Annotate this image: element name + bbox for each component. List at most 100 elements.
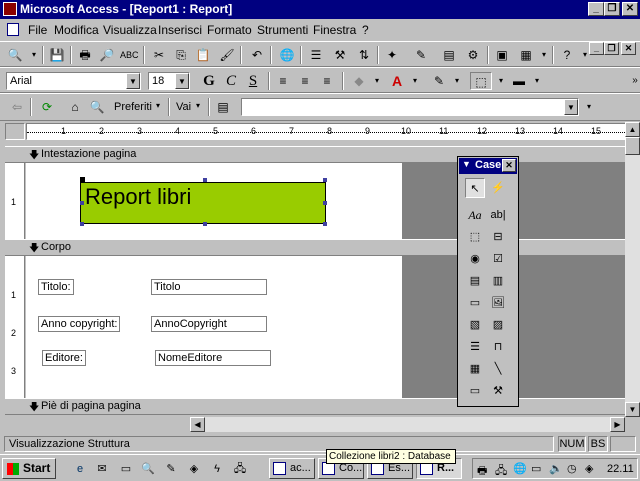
document-icon[interactable] <box>7 23 19 36</box>
new-object-dropdown-icon[interactable]: ▾ <box>535 46 553 64</box>
scroll-down-button[interactable]: ▼ <box>625 402 640 417</box>
outlook-icon[interactable]: ✉ <box>94 461 110 477</box>
resize-handle[interactable] <box>323 178 327 182</box>
tray-printer-icon[interactable]: 🖶 <box>477 462 487 481</box>
view-icon[interactable]: 🔍 <box>6 46 24 64</box>
subreport-icon[interactable]: ▦ <box>465 359 485 379</box>
page-break-icon[interactable]: ☰ <box>465 337 485 357</box>
special-effect-icon[interactable]: ▬ <box>510 72 528 90</box>
menu-help[interactable]: ? <box>362 23 369 37</box>
media-icon[interactable]: ◈ <box>186 461 202 477</box>
scroll-right-button[interactable]: ▶ <box>610 417 625 432</box>
select-objects-icon[interactable]: ↖ <box>465 178 485 198</box>
align-center-icon[interactable]: ≡ <box>296 72 314 90</box>
sorting-grouping-icon[interactable]: ⇅ <box>355 46 373 64</box>
help-icon[interactable]: ? <box>558 46 576 64</box>
lightning-icon[interactable]: ϟ <box>209 461 225 477</box>
menu-finestra[interactable]: Finestra <box>313 23 356 37</box>
resize-handle[interactable] <box>323 222 327 226</box>
tray-antivirus-icon[interactable]: ◈ <box>585 462 593 475</box>
font-size-select[interactable]: 18 ▼ <box>148 72 190 90</box>
label-titolo[interactable]: Titolo: <box>38 279 74 295</box>
font-name-select[interactable]: Arial ▼ <box>6 72 141 90</box>
chevron-down-icon[interactable]: ▼ <box>126 73 140 89</box>
unbound-object-frame-icon[interactable]: ▧ <box>465 315 485 335</box>
toolbox-palette[interactable]: ▼ Case ✕ ↖ ⚡ Aa ab| ⬚ ⊟ ◉ ☑ ▤ ▥ ▭ 🖼 ▧ ▨ … <box>457 156 519 407</box>
resize-handle[interactable] <box>323 201 327 205</box>
back-icon[interactable]: ⇦ <box>8 98 26 116</box>
horizontal-ruler[interactable]: 1 2 3 4 5 6 7 8 9 10 11 12 13 14 15 <box>26 123 626 140</box>
label-editore[interactable]: Editore: <box>42 350 86 366</box>
menu-inserisci[interactable]: Inserisci <box>158 23 202 37</box>
search-icon[interactable]: 🔍 <box>140 461 156 477</box>
vertical-ruler-header[interactable]: 1 <box>5 163 25 239</box>
toggle-button-icon[interactable]: ⊟ <box>488 227 508 247</box>
save-icon[interactable]: 💾 <box>48 46 66 64</box>
textbox-anno-copyright[interactable]: AnnoCopyright <box>151 316 267 332</box>
resize-handle[interactable] <box>203 178 207 182</box>
report-title-label[interactable]: Report libri <box>80 182 326 224</box>
label-anno-copyright[interactable]: Anno copyright: <box>38 316 120 332</box>
align-right-icon[interactable]: ≡ <box>318 72 336 90</box>
textbox-tool-icon[interactable]: ab| <box>488 205 508 225</box>
option-group-icon[interactable]: ⬚ <box>465 227 485 247</box>
font-color-dropdown-icon[interactable]: ▾ <box>406 72 424 90</box>
tray-scheduler-icon[interactable]: ◷ <box>567 462 577 475</box>
line-color-dropdown-icon[interactable]: ▾ <box>448 72 466 90</box>
spelling-icon[interactable]: ABC <box>120 46 139 64</box>
fill-color-dropdown-icon[interactable]: ▾ <box>368 72 386 90</box>
combo-box-icon[interactable]: ▤ <box>465 271 485 291</box>
horizontal-scrollbar[interactable]: ◀ ▶ <box>190 417 625 432</box>
internet-explorer-icon[interactable]: e <box>72 461 88 477</box>
align-left-icon[interactable]: ≡ <box>274 72 292 90</box>
label-tool-icon[interactable]: Aa <box>465 205 485 225</box>
favorites-menu[interactable]: Preferiti <box>114 101 152 113</box>
paste-icon[interactable]: 📋 <box>194 46 212 64</box>
show-only-web-toolbar-icon[interactable]: ▤ <box>214 98 232 116</box>
new-object-icon[interactable]: ▦ <box>517 46 535 64</box>
access-app-icon[interactable] <box>3 2 17 16</box>
refresh-icon[interactable]: ⟳ <box>38 98 56 116</box>
desktop-icon[interactable]: ▭ <box>118 461 134 477</box>
toolbox-icon[interactable]: ⚒ <box>331 46 349 64</box>
network-icon[interactable]: 🖧 <box>232 461 248 477</box>
menu-file[interactable]: File <box>28 23 47 37</box>
toolbox-title-bar[interactable]: ▼ Case ✕ <box>459 158 517 174</box>
resize-handle[interactable] <box>80 222 84 226</box>
bound-object-frame-icon[interactable]: ▨ <box>488 315 508 335</box>
autoformat-icon[interactable]: ✦ <box>383 46 401 64</box>
chevron-down-icon[interactable]: ▼ <box>175 73 189 89</box>
more-controls-icon[interactable]: ⚒ <box>488 381 508 401</box>
toolbar-overflow-icon[interactable]: » <box>626 72 640 90</box>
goto-menu[interactable]: Vai <box>176 101 191 113</box>
print-preview-icon[interactable]: 🔎 <box>98 46 116 64</box>
resize-handle[interactable] <box>80 201 84 205</box>
bold-button[interactable]: G <box>200 72 218 90</box>
start-button[interactable]: Start <box>2 458 56 479</box>
copy-icon[interactable]: ⎘ <box>172 46 190 64</box>
more-buttons-icon[interactable]: ▾ <box>580 98 598 116</box>
close-button[interactable]: ✕ <box>622 2 638 16</box>
italic-button[interactable]: C <box>222 72 240 90</box>
view-dropdown-icon[interactable]: ▾ <box>25 46 43 64</box>
rectangle-tool-icon[interactable]: ▭ <box>465 381 485 401</box>
ruler-corner[interactable] <box>5 123 25 140</box>
toolbox-menu-icon[interactable]: ▼ <box>462 159 471 169</box>
code-icon[interactable]: ✎ <box>412 46 430 64</box>
underline-button[interactable]: S <box>244 72 262 90</box>
more-buttons-icon[interactable]: ▾ <box>576 46 594 64</box>
build-icon[interactable]: ⚙ <box>464 46 482 64</box>
border-width-dropdown-icon[interactable]: ▾ <box>492 72 510 90</box>
undo-icon[interactable]: ↶ <box>248 46 266 64</box>
cut-icon[interactable]: ✂ <box>150 46 168 64</box>
section-bar-page-header[interactable]: 🡇 Intestazione pagina <box>5 146 625 163</box>
menu-visualizza[interactable]: Visualizza <box>103 23 157 37</box>
address-input[interactable]: ▼ <box>241 98 579 116</box>
menu-modifica[interactable]: Modifica <box>54 23 99 37</box>
textbox-nome-editore[interactable]: NomeEditore <box>155 350 271 366</box>
checkbox-tool-icon[interactable]: ☑ <box>488 249 508 269</box>
special-effect-dropdown-icon[interactable]: ▾ <box>528 72 546 90</box>
vertical-ruler-detail[interactable]: 1 2 3 <box>5 256 25 398</box>
vertical-scrollbar[interactable]: ▲ ▼ <box>625 122 640 417</box>
print-icon[interactable]: 🖶 <box>76 46 94 64</box>
